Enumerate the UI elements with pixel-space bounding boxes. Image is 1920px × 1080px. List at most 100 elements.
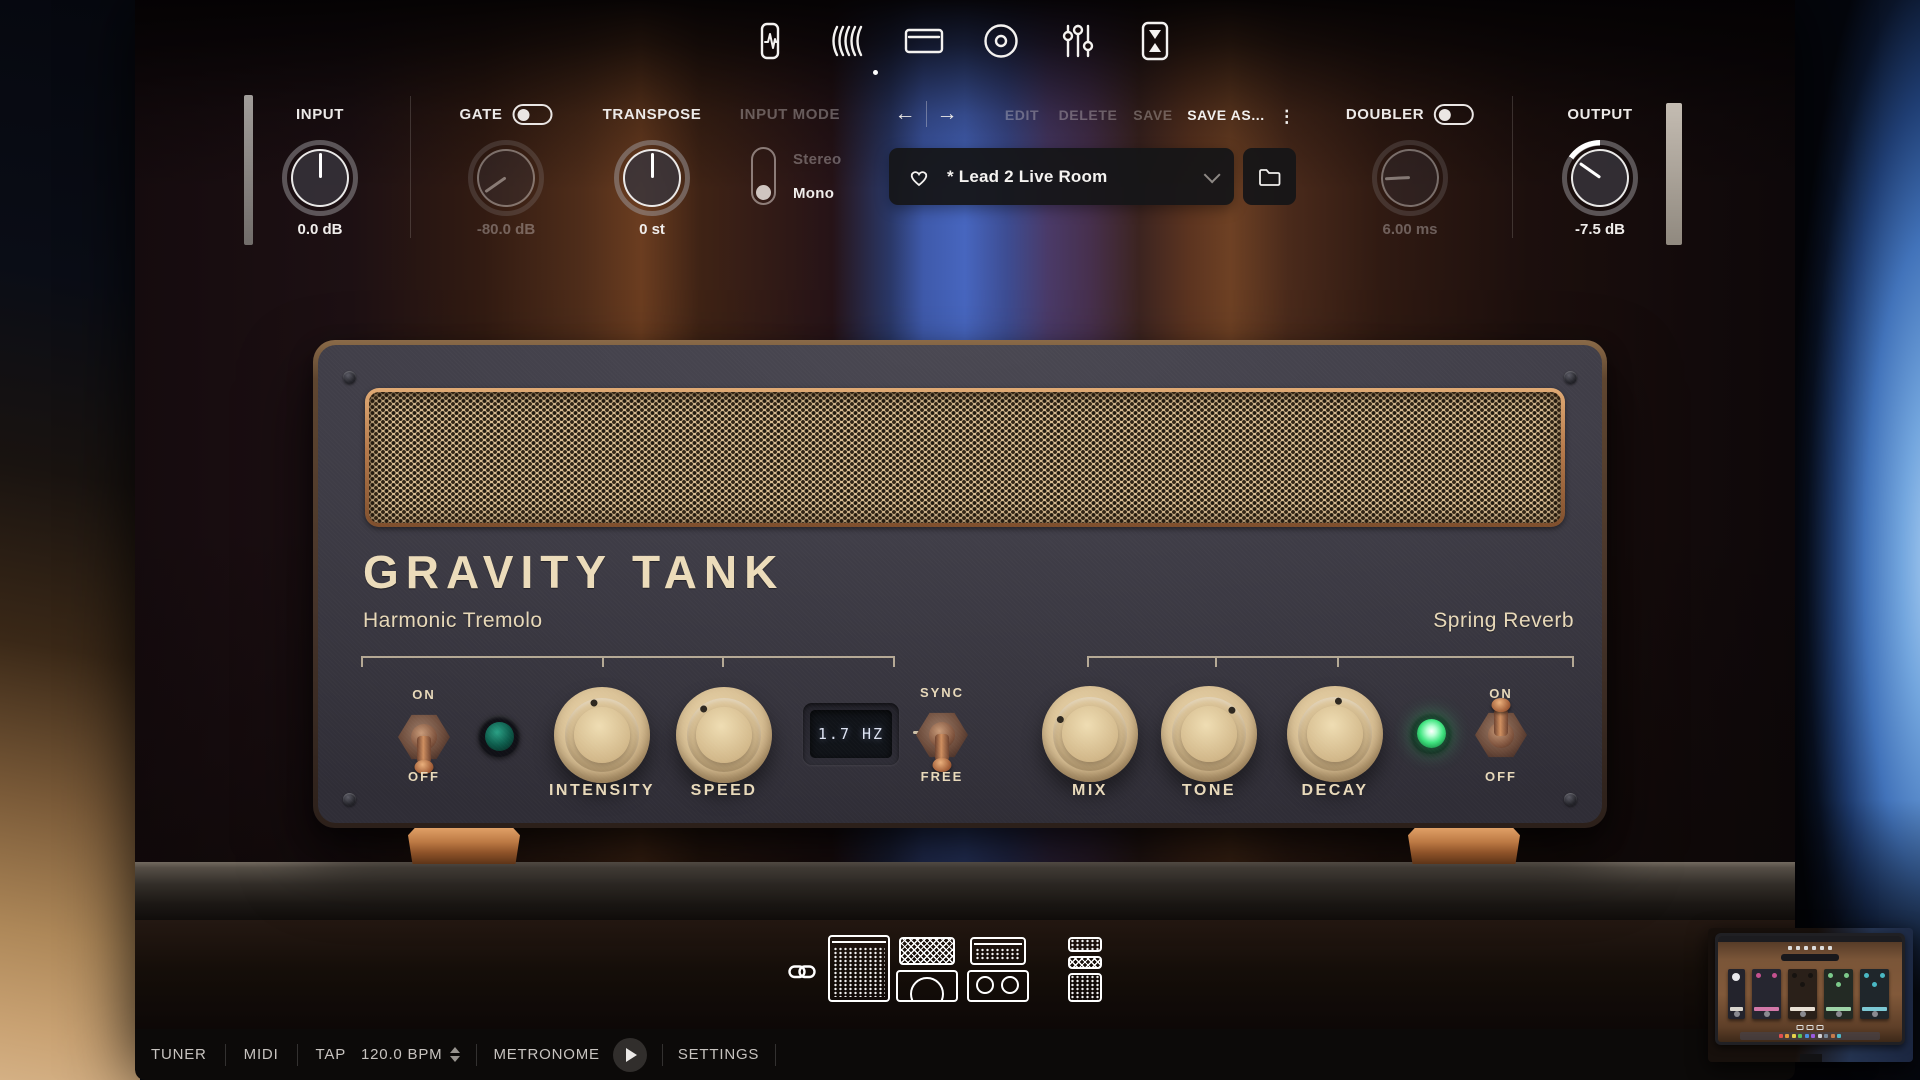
sync-free-switch[interactable] [910,689,974,781]
mix-label: MIX [1072,782,1108,800]
input-label: INPUT [296,106,344,123]
reverb-power-switch[interactable] [1469,689,1533,781]
tremolo-off-label: OFF [408,769,440,784]
selected-tab-dot [873,70,878,75]
transpose-value: 0 st [639,221,665,238]
screw [1564,793,1577,806]
pip-dock [1740,1032,1880,1040]
save-button[interactable]: SAVE [1133,107,1173,123]
reverb-section-label: Spring Reverb [1087,609,1574,633]
amp-foot [408,828,520,864]
more-menu-button[interactable]: ⋮ [1278,107,1296,127]
chevron-down-icon [1204,166,1221,183]
cab-speaker-icon[interactable] [973,14,1029,68]
transpose-knob[interactable] [623,149,681,207]
gravity-tank-unit: GRAVITY TANK Harmonic Tremolo Spring Rev… [313,340,1607,828]
tremolo-section-label: Harmonic Tremolo [363,609,543,633]
tremolo-led [478,715,520,757]
speaker-grille [365,388,1565,527]
input-meter [244,95,253,245]
free-label: FREE [921,769,964,784]
settings-button[interactable]: SETTINGS [678,1046,759,1063]
output-label: OUTPUT [1567,106,1632,123]
screw [343,793,356,806]
input-mode-mono[interactable]: Mono [793,185,834,202]
input-knob[interactable] [291,149,349,207]
pip-monitor-stand [1800,1054,1822,1062]
screw [1564,371,1577,384]
midi-button[interactable]: MIDI [244,1046,279,1063]
shelf-surface [135,862,1795,920]
preset-selector[interactable]: * Lead 2 Live Room [889,148,1234,205]
intensity-label: INTENSITY [549,782,655,800]
play-icon [626,1048,637,1062]
tremolo-bracket [361,656,895,665]
pedal-icon[interactable] [742,14,798,68]
redo-arrow[interactable]: → [937,102,958,126]
output-knob[interactable] [1571,149,1629,207]
divider [1512,96,1513,238]
transport-bar: TUNER MIDI TAP 120.0 BPM METRONOME SETTI… [135,1029,1795,1080]
save-as-button[interactable]: SAVE AS... [1187,107,1265,123]
tone-knob[interactable] [1161,686,1257,782]
amp-head-icon[interactable] [896,14,952,68]
undo-arrow[interactable]: ← [895,102,916,126]
input-value: 0.0 dB [297,221,342,238]
cab-thumbnail-full[interactable] [828,935,890,1002]
metronome-button[interactable]: METRONOME [493,1046,599,1063]
doubler-label: DOUBLER [1346,106,1424,123]
preset-name: * Lead 2 Live Room [947,167,1204,187]
speed-knob[interactable] [676,687,772,783]
divider [926,101,927,127]
rate-display: 1.7 Hz [803,703,899,765]
reverb-off-label: OFF [1485,769,1517,784]
tuner-button[interactable]: TUNER [151,1046,207,1063]
spring-icon[interactable] [819,14,875,68]
favorite-heart-icon[interactable] [907,166,931,188]
gate-toggle[interactable] [512,104,552,125]
divider [225,1044,226,1066]
bpm-stepper[interactable] [450,1047,460,1062]
desktop-wallpaper-earth [1790,0,1920,1080]
eq-sliders-icon[interactable] [1050,14,1106,68]
doubler-toggle[interactable] [1434,104,1474,125]
delete-button[interactable]: DELETE [1059,107,1118,123]
input-mode-label: INPUT MODE [740,106,840,123]
divider [476,1044,477,1066]
effects-toolbar [742,14,1183,68]
screen-preview-pip[interactable] [1708,928,1913,1062]
input-mode-stereo[interactable]: Stereo [793,151,842,168]
pip-pedalboard [1728,969,1898,1021]
link-icon[interactable] [785,957,819,987]
mix-knob[interactable] [1042,686,1138,782]
reverb-led [1410,712,1452,754]
bpm-value[interactable]: 120.0 BPM [361,1046,442,1063]
decay-knob[interactable] [1287,686,1383,782]
plugin-window: INPUT 0.0 dB GATE -80.0 dB TRANSPOSE 0 s… [135,0,1795,1080]
speed-label: SPEED [691,782,758,800]
input-mode-toggle[interactable] [751,147,776,205]
doubler-value: 6.00 ms [1382,221,1437,238]
preset-browser-button[interactable] [1243,148,1296,205]
desktop-wallpaper-left [0,0,140,1080]
gate-knob[interactable] [477,149,535,207]
divider [662,1044,663,1066]
doubler-header: DOUBLER [1346,104,1474,125]
pip-screen [1718,936,1902,1042]
screw [343,371,356,384]
tap-tempo-button[interactable]: TAP [316,1046,346,1063]
folder-icon [1258,167,1282,187]
intensity-knob[interactable] [554,687,650,783]
reverb-bracket [1087,656,1574,665]
amp-foot [1408,828,1520,864]
pip-monitor [1715,933,1905,1045]
edit-button[interactable]: EDIT [1005,107,1039,123]
divider [297,1044,298,1066]
divider [410,96,411,238]
metronome-play-button[interactable] [613,1038,647,1072]
divider [775,1044,776,1066]
hourglass-icon[interactable] [1127,14,1183,68]
under-shelf [135,920,1795,1029]
doubler-knob[interactable] [1381,149,1439,207]
rate-display-value: 1.7 Hz [818,725,884,743]
